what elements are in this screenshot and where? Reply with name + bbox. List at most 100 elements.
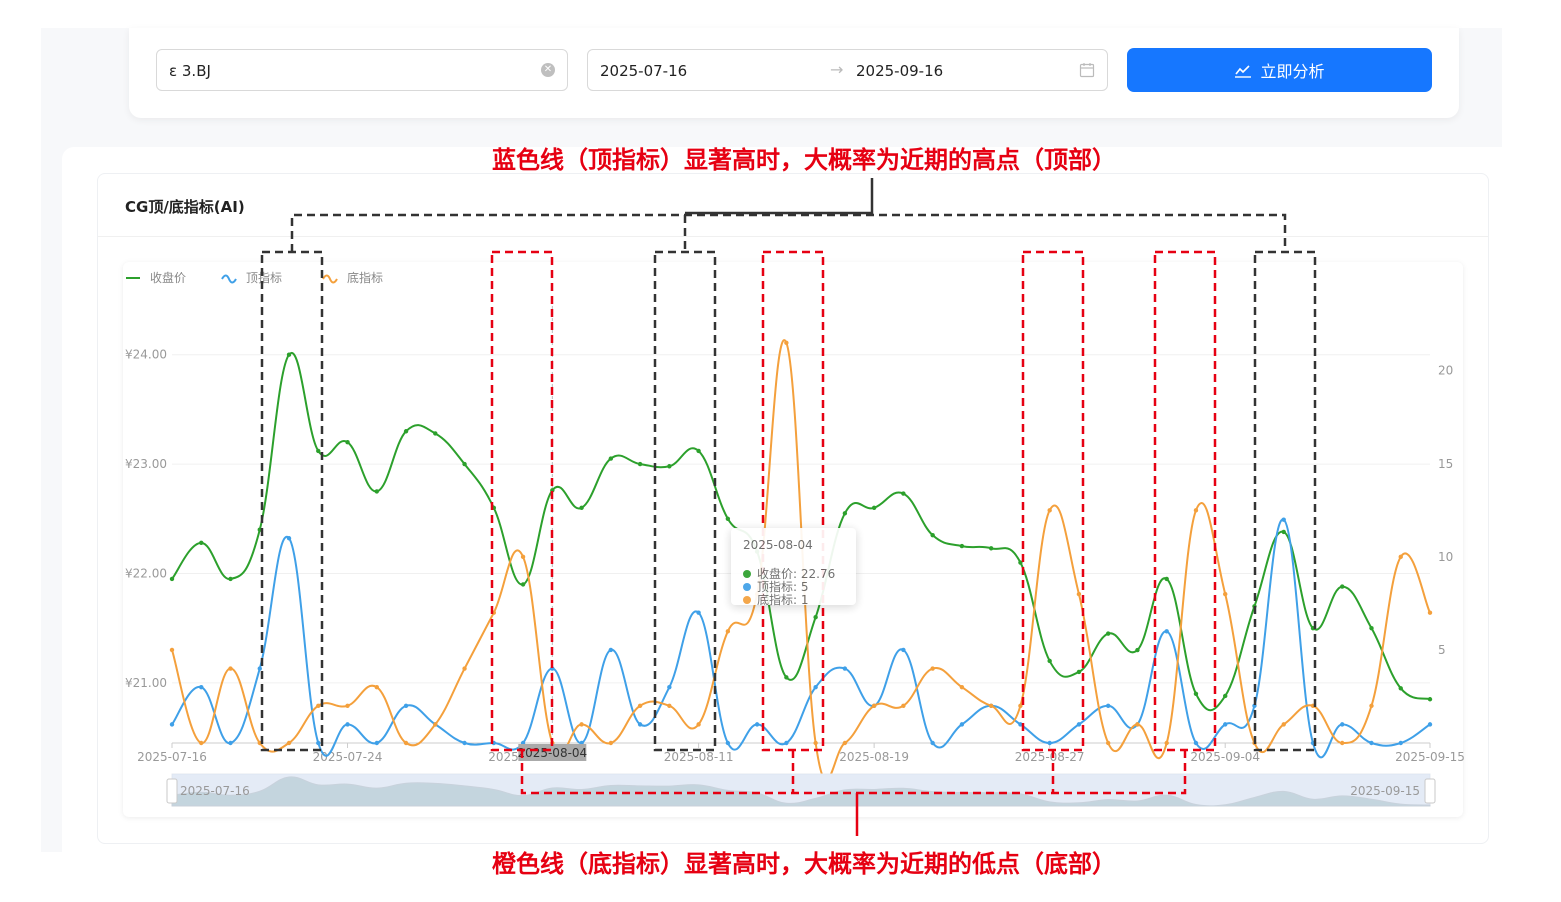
bottom-indicator-point <box>1223 591 1228 597</box>
top-indicator-point <box>199 684 204 690</box>
bottom-indicator-point <box>374 684 379 690</box>
top-indicator-point <box>754 722 760 727</box>
top-indicator-point <box>901 647 906 653</box>
bottom-indicator-point <box>433 722 438 727</box>
chart-tooltip: 2025-08-04 收盘价: 22.76 顶指标: 5 底指标: 1 <box>731 528 856 608</box>
tooltip-row-bottom: 底指标: 1 <box>743 591 809 608</box>
bottom-indicator-point <box>813 740 818 746</box>
x-tick-label: 2025-09-04 <box>1190 750 1260 764</box>
indicator-chart[interactable]: ¥21.00 ¥22.00 ¥23.00 ¥24.00 5 10 15 20 2025-07-1… <box>0 0 1561 902</box>
top-indicator-point <box>696 610 701 615</box>
x-tick-label: 2025-09-15 <box>1395 750 1465 764</box>
top-indicator-point <box>462 740 467 746</box>
top-indicator-point <box>1427 722 1433 727</box>
tooltip-bottom-text: 底指标: 1 <box>757 593 809 607</box>
bottom-indicator-point <box>345 703 350 708</box>
close-point <box>1398 686 1403 691</box>
top-indicator-point <box>169 722 175 727</box>
close-point <box>1135 647 1140 653</box>
top-indicator-point <box>1076 722 1082 727</box>
top-indicator-legend-icon <box>221 274 237 284</box>
bottom-indicator-point <box>169 647 175 653</box>
close-point <box>286 352 292 357</box>
close-point <box>1164 576 1169 582</box>
close-point <box>1047 658 1052 664</box>
close-point <box>813 615 818 620</box>
bottom-indicator-point <box>1398 554 1403 560</box>
close-point <box>637 461 643 467</box>
top-indicator-point <box>403 703 409 708</box>
top-indicator-point <box>637 722 643 727</box>
top-indicator-point <box>1340 722 1345 727</box>
bottom-indicator-point <box>901 703 906 708</box>
close-point <box>696 448 701 454</box>
bottom-indicator-point <box>725 629 731 634</box>
annotation-bottom-text: 橙色线（底指标）显著高时，大概率为近期的低点（底部） <box>492 850 1116 878</box>
top-indicator-point <box>374 740 379 746</box>
bottom-indicator-point <box>1193 508 1199 513</box>
datazoom-start-label: 2025-07-16 <box>180 784 250 798</box>
top-indicator-point <box>930 740 935 746</box>
x-tick-label: 2025-07-24 <box>313 750 383 764</box>
annotation-top-text: 蓝色线（顶指标）显著高时，大概率为近期的高点（顶部） <box>492 146 1116 174</box>
bottom-indicator-point <box>286 740 292 746</box>
close-point <box>608 456 614 461</box>
bottom-indicator-legend-icon <box>322 274 338 284</box>
top-indicator-point <box>842 666 848 671</box>
top-annotation-box <box>260 250 324 752</box>
bottom-indicator-point <box>1281 722 1286 727</box>
top-indicator-point <box>1223 722 1228 727</box>
x-tick-label: 2025-08-19 <box>839 750 909 764</box>
close-point <box>1105 631 1111 636</box>
y-right-tick-label: 5 <box>1438 643 1446 657</box>
close-point <box>842 511 848 516</box>
top-annotation-connector <box>685 178 874 215</box>
close-point <box>1427 697 1433 702</box>
datazoom-left-handle <box>166 778 178 804</box>
close-point <box>1076 669 1082 675</box>
tooltip-date: 2025-08-04 <box>743 538 813 552</box>
close-point <box>1223 693 1228 699</box>
close-point <box>316 448 321 454</box>
close-point <box>199 540 204 546</box>
top-indicator-point <box>1105 703 1111 708</box>
bottom-indicator-point <box>784 340 789 346</box>
bottom-indicator-point <box>316 703 321 708</box>
top-indicator-point <box>1369 740 1374 746</box>
bottom-indicator-point <box>608 740 614 746</box>
y-right-tick-label: 20 <box>1438 364 1453 378</box>
close-point <box>1193 691 1199 696</box>
x-tick-label: 2025-07-16 <box>137 750 207 764</box>
close-point <box>871 505 877 511</box>
bottom-indicator-point <box>696 722 701 727</box>
top-indicator-legend-label: 顶指标 <box>246 270 282 285</box>
top-indicator-point <box>784 740 789 746</box>
top-annotation-bracket <box>290 213 1287 252</box>
top-indicator-point <box>608 647 614 653</box>
bottom-indicator-point <box>579 722 584 727</box>
close-point <box>403 429 409 434</box>
close-point <box>433 431 438 436</box>
x-tick-label: 2025-08-11 <box>664 750 734 764</box>
bottom-indicator-legend-label: 底指标 <box>347 270 383 285</box>
close-point <box>901 491 906 496</box>
close-point <box>667 464 672 469</box>
top-indicator-point <box>1281 517 1286 522</box>
y-left-tick-label: ¥24.00 <box>125 348 167 362</box>
bottom-indicator-point <box>1135 722 1140 727</box>
close-point <box>784 675 789 680</box>
bottom-indicator-point <box>1076 591 1082 597</box>
bottom-annotation-box <box>490 250 554 752</box>
bottom-indicator-point <box>667 703 672 708</box>
close-point <box>579 505 584 511</box>
top-indicator-point <box>228 740 233 746</box>
x-tick-label: 2025-08-27 <box>1015 750 1085 764</box>
close-point <box>345 439 350 445</box>
y-right-tick-label: 10 <box>1438 550 1453 564</box>
close-point <box>462 461 467 467</box>
bottom-indicator-point <box>842 740 848 746</box>
bottom-indicator-point <box>403 740 409 746</box>
bottom-indicator-point <box>637 703 643 708</box>
top-annotation-box <box>653 250 717 752</box>
close-point <box>1340 584 1345 589</box>
